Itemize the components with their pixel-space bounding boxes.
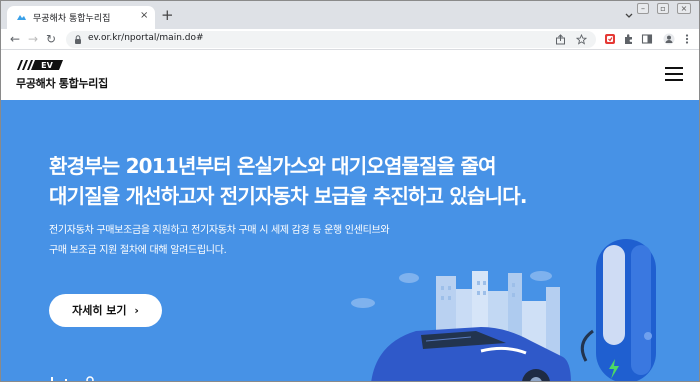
close-window-icon[interactable]: × — [677, 3, 691, 14]
extensions-puzzle-icon[interactable] — [623, 33, 635, 45]
chevron-right-icon: › — [134, 304, 139, 317]
maximize-icon[interactable]: ▫ — [657, 3, 669, 14]
slider-indicator-icon[interactable] — [49, 373, 99, 382]
hero-title-line1: 환경부는 2011년부터 온실가스와 대기오염물질을 줄여 — [49, 154, 497, 178]
share-icon[interactable] — [555, 34, 566, 45]
browser-toolbar: ← → ↻ ev.or.kr/nportal/main.do# — [1, 29, 699, 50]
ev-logo[interactable]: EV — [15, 59, 63, 71]
url-text[interactable]: ev.or.kr/nportal/main.do# — [88, 33, 204, 43]
address-bar[interactable]: ev.or.kr/nportal/main.do# — [66, 31, 596, 48]
hamburger-menu-icon[interactable] — [665, 67, 683, 82]
browser-tab[interactable]: 무공해차 통합누리집 × — [7, 6, 155, 29]
minimize-icon[interactable]: – — [637, 3, 649, 14]
back-icon[interactable]: ← — [7, 31, 23, 47]
tab-title: 무공해차 통합누리집 — [33, 14, 111, 24]
site-name[interactable]: 무공해차 통합누리집 — [16, 75, 108, 91]
profile-avatar-icon[interactable] — [663, 33, 675, 45]
tab-close-icon[interactable]: × — [140, 9, 148, 23]
more-details-label: 자세히 보기 — [72, 304, 127, 317]
new-tab-button[interactable]: + — [161, 7, 174, 23]
more-details-button[interactable]: 자세히 보기 › — [49, 294, 162, 327]
tab-strip: 무공해차 통합누리집 × + – ▫ × — [1, 1, 699, 29]
site-favicon-icon — [17, 15, 26, 20]
hero-title-line2: 대기질을 개선하고자 전기자동차 보급을 추진하고 있습니다. — [49, 184, 527, 208]
forward-icon[interactable]: → — [25, 31, 41, 47]
ev-charging-illustration — [351, 239, 656, 381]
lock-icon[interactable] — [74, 35, 82, 44]
browser-window: 무공해차 통합누리집 × + – ▫ × ← → ↻ ev.or.kr/npor… — [0, 0, 700, 382]
hero-title: 환경부는 2011년부터 온실가스와 대기오염물질을 줄여 대기질을 개선하고자… — [49, 151, 527, 211]
more-menu-icon[interactable] — [681, 33, 693, 45]
bookmark-star-icon[interactable] — [576, 34, 587, 45]
side-panel-icon[interactable] — [641, 33, 653, 45]
extension-red-icon[interactable] — [604, 33, 616, 45]
reload-icon[interactable]: ↻ — [43, 31, 59, 47]
tab-search-icon[interactable] — [623, 9, 635, 21]
logo-badge-text: EV — [41, 61, 53, 70]
